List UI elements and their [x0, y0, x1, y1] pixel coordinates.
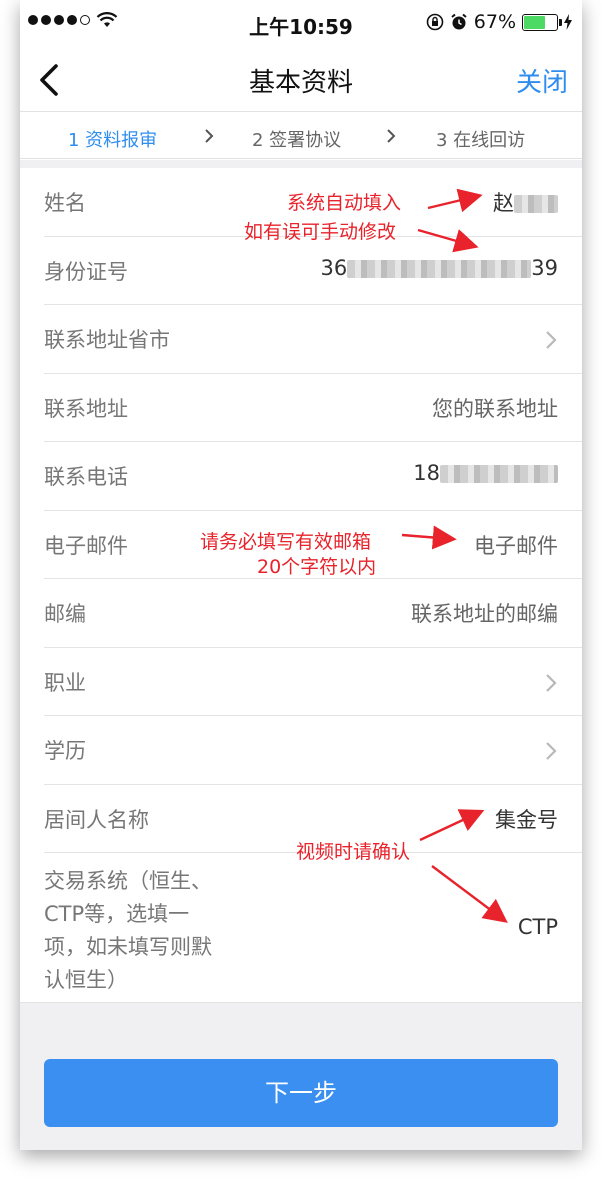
- phone-value[interactable]: 18: [413, 461, 558, 485]
- next-step-button[interactable]: 下一步: [44, 1059, 558, 1127]
- trade-system-row[interactable]: 交易系统（恒生、CTP等，选填一项，如未填写则默认恒生） CTP: [44, 853, 582, 1008]
- battery-percent: 67%: [473, 11, 516, 33]
- email-label: 电子邮件: [44, 533, 128, 558]
- chevron-right-icon: [387, 129, 396, 143]
- broker-value[interactable]: 集金号: [495, 804, 558, 834]
- step-indicator: 1 资料报审 2 签署协议 3 在线回访: [20, 113, 582, 159]
- chevron-right-icon: [205, 129, 214, 143]
- footer: 下一步: [20, 1002, 582, 1150]
- annotation-auto-fill-1: 系统自动填入: [287, 192, 402, 214]
- postcode-row[interactable]: 邮编 联系地址的邮编: [44, 579, 582, 648]
- address-label: 联系地址: [44, 396, 128, 421]
- postcode-label: 邮编: [44, 602, 86, 626]
- broker-label: 居间人名称: [44, 807, 149, 832]
- trade-system-label: 交易系统（恒生、CTP等，选填一项，如未填写则默认恒生）: [44, 869, 212, 992]
- step-3: 3 在线回访: [436, 130, 526, 151]
- section-gap: [20, 160, 582, 168]
- charging-icon: [564, 14, 572, 30]
- annotation-email-2: 20个字符以内: [257, 556, 377, 578]
- alarm-icon: [451, 13, 467, 30]
- battery-level: [524, 15, 546, 29]
- id-number-label: 身份证号: [44, 259, 128, 284]
- profile-form: 姓名 赵 身份证号 36 39 联系地址省市 联系地址 您的联系地址 联系电话 1…: [20, 168, 582, 1008]
- id-number-row[interactable]: 身份证号 36 39: [44, 237, 582, 305]
- phone-row[interactable]: 联系电话 18: [44, 442, 582, 511]
- status-right: 67%: [426, 11, 572, 33]
- step-2: 2 签署协议: [252, 130, 342, 151]
- province-city-label: 联系地址省市: [44, 328, 170, 352]
- education-label: 学历: [44, 739, 86, 763]
- education-row[interactable]: 学历: [44, 716, 582, 785]
- name-label: 姓名: [44, 191, 86, 215]
- phone-label: 联系电话: [44, 465, 128, 489]
- page-title: 基本资料: [248, 68, 353, 98]
- address-input[interactable]: 您的联系地址: [432, 393, 558, 423]
- postcode-input[interactable]: 联系地址的邮编: [411, 598, 558, 628]
- chevron-right-icon: [546, 331, 557, 349]
- annotation-email-1: 请务必填写有效邮箱: [200, 531, 372, 553]
- status-bar: 上午10:59 67%: [20, 0, 582, 46]
- battery-icon: [522, 13, 562, 31]
- name-value[interactable]: 赵: [493, 187, 558, 217]
- annotation-auto-fill-2: 如有误可手动修改: [244, 221, 397, 243]
- id-number-value[interactable]: 36 39: [321, 256, 558, 280]
- trade-system-value[interactable]: CTP: [518, 915, 558, 939]
- close-button[interactable]: 关闭: [516, 62, 568, 99]
- step-1: 1 资料报审: [68, 130, 158, 151]
- occupation-row[interactable]: 职业: [44, 648, 582, 716]
- annotation-video: 视频时请确认: [296, 841, 411, 863]
- occupation-label: 职业: [44, 670, 86, 695]
- province-city-row[interactable]: 联系地址省市: [44, 305, 582, 374]
- navigation-bar: 基本资料 关闭: [20, 46, 582, 112]
- rotation-lock-icon: [426, 13, 444, 31]
- chevron-right-icon: [546, 673, 557, 692]
- email-input[interactable]: 电子邮件: [474, 530, 558, 560]
- chevron-right-icon: [546, 742, 557, 760]
- address-row[interactable]: 联系地址 您的联系地址: [44, 374, 582, 442]
